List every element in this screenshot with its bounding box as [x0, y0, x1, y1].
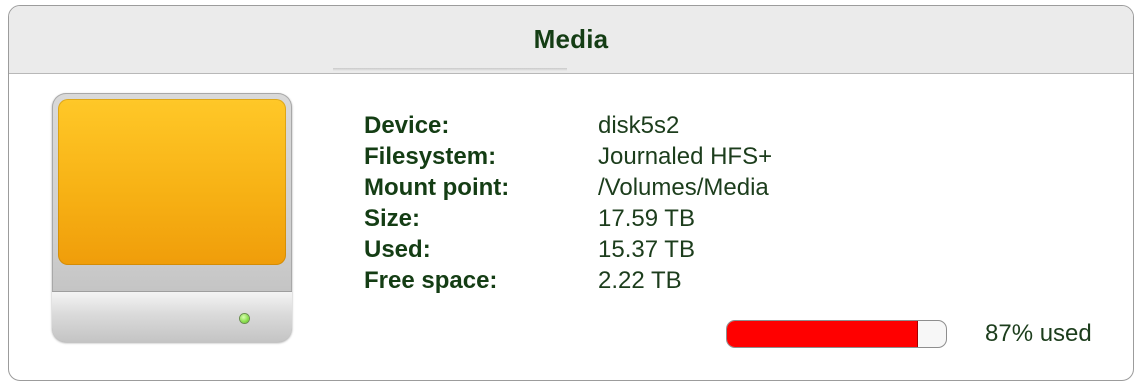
mount-point-label: Mount point: [364, 173, 510, 201]
filesystem-value: Journaled HFS+ [598, 142, 773, 170]
drive-led-icon [240, 314, 249, 323]
used-value: 15.37 TB [598, 235, 695, 263]
detail-row-device: Device: disk5s2 [364, 110, 772, 141]
device-label: Device: [364, 111, 450, 139]
usage-percent-text: 87% used [985, 320, 1092, 347]
size-value: 17.59 TB [598, 204, 695, 232]
detail-row-filesystem: Filesystem: Journaled HFS+ [364, 141, 772, 172]
header-divider-shadow [333, 68, 567, 71]
detail-row-free-space: Free space: 2.22 TB [364, 265, 772, 296]
used-label: Used: [364, 235, 431, 263]
mount-point-value: /Volumes/Media [598, 173, 769, 201]
external-drive-icon [52, 93, 292, 342]
usage-progress-fill [727, 321, 918, 347]
device-value: disk5s2 [598, 111, 680, 139]
usage-progress-bar [726, 320, 947, 348]
filesystem-label: Filesystem: [364, 142, 497, 170]
volume-title: Media [533, 24, 609, 54]
size-label: Size: [364, 204, 421, 232]
panel-header: Media [9, 6, 1133, 74]
drive-face [58, 99, 286, 265]
drive-base [52, 291, 292, 342]
drive-body [52, 93, 292, 342]
free-space-label: Free space: [364, 266, 498, 294]
volume-details: Device: disk5s2 Filesystem: Journaled HF… [364, 110, 772, 296]
detail-row-mount-point: Mount point: /Volumes/Media [364, 172, 772, 203]
detail-row-used: Used: 15.37 TB [364, 234, 772, 265]
detail-row-size: Size: 17.59 TB [364, 203, 772, 234]
free-space-value: 2.22 TB [598, 266, 682, 294]
